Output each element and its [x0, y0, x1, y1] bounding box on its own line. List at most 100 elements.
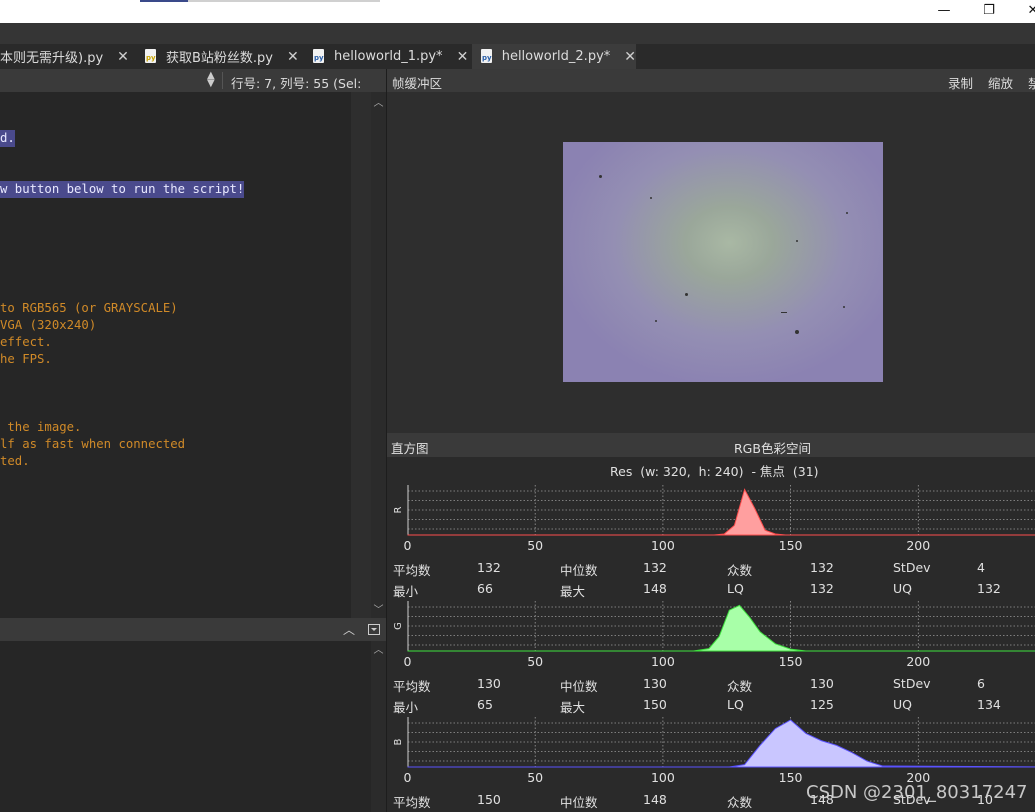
code-line[interactable]: ted. — [0, 453, 30, 470]
menu-band — [0, 23, 1035, 44]
x-tick-label: 0 — [404, 538, 412, 553]
openmv-ide-window: — ❐ ✕ 本则无需升级).py ✕ 获取B站粉丝数.py ✕ hellowor… — [0, 0, 1035, 812]
frame-buffer-title: 帧缓冲区 — [392, 76, 443, 91]
histogram-title: 直方图 — [391, 441, 429, 456]
python-file-warning-icon — [144, 48, 158, 65]
color-space-selector[interactable]: RGB色彩空间 — [734, 438, 811, 457]
tab-label: 本则无需升级).py — [0, 51, 104, 66]
editor-minimap — [351, 92, 371, 618]
stat-value: 130 — [810, 676, 834, 691]
code-line[interactable]: lf as fast when connected — [0, 436, 185, 453]
tab-label: 获取B站粉丝数.py — [166, 51, 273, 66]
stat-label: 最大 — [560, 700, 586, 715]
close-tab-icon[interactable]: ✕ — [624, 49, 636, 65]
tab-file-2[interactable]: helloworld_1.py* ✕ — [312, 44, 470, 69]
stat-value: 148 — [643, 792, 667, 807]
x-tick-label: 150 — [779, 654, 803, 669]
scroll-up-icon[interactable]: ︿ — [374, 645, 384, 656]
stat-value: 132 — [643, 560, 667, 575]
disable-button[interactable]: 禁 — [1028, 73, 1035, 92]
resolution-label: Res (w: 320, h: 240) - 焦点 (31) — [610, 464, 819, 479]
serial-terminal[interactable] — [0, 641, 371, 812]
image-speck — [650, 197, 652, 199]
scroll-down-icon[interactable]: ﹀ — [371, 601, 386, 616]
zoom-button[interactable]: 缩放 — [988, 73, 1013, 92]
close-window-button[interactable]: ✕ — [1010, 0, 1035, 23]
python-file-icon — [312, 48, 326, 65]
x-tick-label: 50 — [527, 654, 543, 669]
code-editor[interactable]: d. w button below to run the script! to … — [0, 92, 371, 618]
code-line[interactable]: VGA (320x240) — [0, 317, 96, 334]
x-tick-label: 100 — [651, 538, 675, 553]
x-tick-label: 200 — [906, 654, 930, 669]
stat-label: StDev — [893, 676, 931, 691]
code-line[interactable]: w button below to run the script! — [0, 181, 245, 198]
stat-label: StDev — [893, 560, 931, 575]
title-bar: — ❐ ✕ — [0, 0, 1035, 23]
camera-frame-image — [563, 142, 883, 382]
stat-value: 148 — [643, 581, 667, 596]
maximize-button[interactable]: ❐ — [966, 0, 1012, 23]
x-tick-label: 100 — [651, 654, 675, 669]
terminal-scrollbar[interactable]: ︿ — [371, 641, 386, 812]
frame-buffer-header: 帧缓冲区 录制 缩放 禁 — [387, 69, 1035, 92]
minimize-button[interactable]: — — [921, 0, 967, 23]
scroll-up-icon[interactable]: ︿ — [371, 94, 386, 109]
stat-value: 134 — [977, 697, 1001, 712]
terminal-menu-icon[interactable] — [368, 624, 380, 635]
stat-label: 众数 — [727, 679, 753, 694]
image-speck — [655, 320, 657, 322]
x-tick-label: 200 — [906, 538, 930, 553]
stat-label: 中位数 — [560, 563, 598, 578]
divider — [222, 72, 223, 89]
image-speck — [796, 240, 798, 242]
stat-value: 125 — [810, 697, 834, 712]
code-line[interactable]: d. — [0, 130, 15, 147]
tab-file-0[interactable]: 本则无需升级).py ✕ — [0, 44, 134, 69]
x-tick-label: 0 — [404, 770, 412, 785]
python-file-icon — [480, 48, 494, 65]
watermark: CSDN @2301_80317247 — [806, 782, 1028, 803]
serial-terminal-header: ︿ — [0, 618, 386, 641]
code-line[interactable]: to RGB565 (or GRAYSCALE) — [0, 300, 178, 317]
x-tick-label: 150 — [779, 538, 803, 553]
stat-label: 最小 — [393, 584, 419, 599]
stat-value: 6 — [977, 676, 985, 691]
y-axis-label: G — [393, 622, 404, 630]
code-line[interactable]: effect. — [0, 334, 52, 351]
x-tick-label: 50 — [527, 538, 543, 553]
stat-label: 平均数 — [393, 563, 431, 578]
close-tab-icon[interactable]: ✕ — [287, 49, 299, 65]
x-tick-label: 100 — [651, 770, 675, 785]
updown-icon[interactable]: ▲ ▼ — [207, 71, 215, 89]
close-tab-icon[interactable]: ✕ — [457, 49, 469, 65]
stat-value: 132 — [477, 560, 501, 575]
stat-value: 150 — [477, 792, 501, 807]
editor-header: ▲▼ 行号: 7, 列号: 55 (Sel: 276) — [0, 69, 386, 107]
stat-label: LQ — [727, 697, 744, 712]
stat-value: 150 — [643, 697, 667, 712]
code-line[interactable]: the image. — [0, 419, 81, 436]
tab-file-3[interactable]: helloworld_2.py* ✕ — [472, 44, 636, 69]
y-axis-label: R — [393, 506, 404, 513]
histogram-header: 直方图 RGB色彩空间 — [387, 433, 1035, 457]
tab-label: helloworld_1.py* — [334, 49, 443, 64]
stat-label: 中位数 — [560, 679, 598, 694]
stat-label: 众数 — [727, 795, 753, 810]
record-button[interactable]: 录制 — [948, 73, 973, 92]
close-tab-icon[interactable]: ✕ — [117, 49, 129, 65]
y-axis-label: B — [393, 738, 404, 745]
histogram-chart-b: B 0 50 100 150 200 — [387, 717, 1035, 787]
image-speck — [795, 330, 799, 334]
image-speck — [599, 175, 602, 178]
editor-scrollbar[interactable]: ︿ ﹀ — [371, 92, 386, 618]
histogram-area-g — [407, 604, 1035, 652]
image-speck — [843, 306, 845, 308]
stat-value: 132 — [810, 581, 834, 596]
frame-buffer-view[interactable] — [387, 92, 1035, 433]
histogram-chart-g: G 0 50 100 150 200 — [387, 601, 1035, 671]
tab-file-1[interactable]: 获取B站粉丝数.py ✕ — [144, 44, 302, 69]
collapse-icon[interactable]: ︿ — [343, 621, 355, 638]
code-line[interactable]: he FPS. — [0, 351, 52, 368]
stat-value: 132 — [977, 581, 1001, 596]
